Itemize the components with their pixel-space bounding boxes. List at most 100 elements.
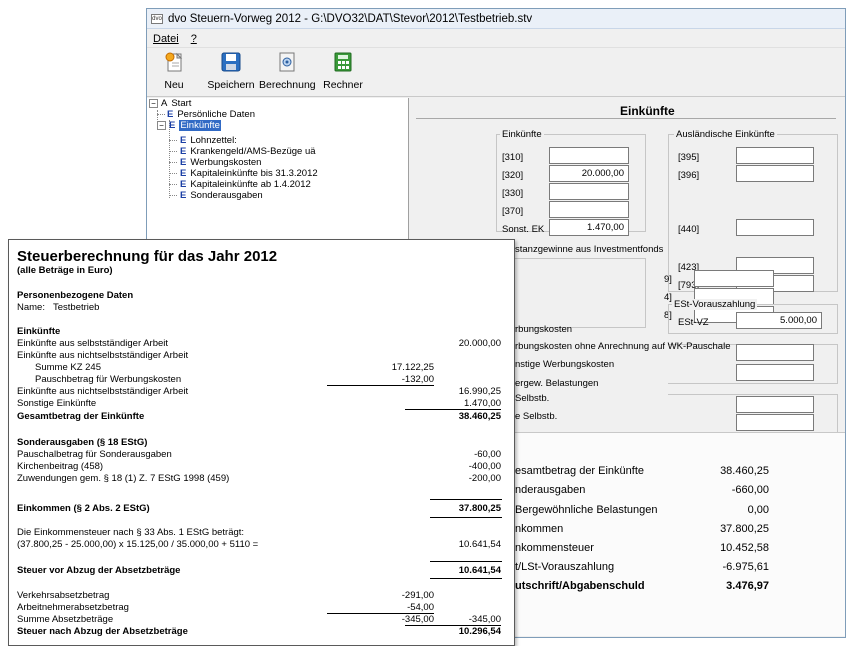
title-bar: dvo dvo Steuern-Vorweg 2012 - G:\DVO32\D…: [147, 9, 845, 29]
navigation-tree: − A Start E Persönliche Daten − E Einkün…: [147, 98, 409, 258]
summary-value: 37.800,25: [720, 523, 769, 535]
other-income-input[interactable]: 1.470,00: [549, 219, 629, 236]
wk-flat-label: Pauschbetrag für Werbungskosten: [35, 374, 182, 385]
field-label: [320]: [502, 170, 524, 181]
collapse-icon[interactable]: −: [149, 99, 158, 108]
foreign-440-input[interactable]: [736, 219, 814, 236]
donations-label: Zuwendungen gem. § 18 (1) Z. 7 EStG 1998…: [17, 473, 230, 484]
menu-help[interactable]: ?: [191, 33, 197, 45]
field-label: Sonst. EK: [502, 224, 545, 235]
foreign-396-input[interactable]: [736, 165, 814, 182]
field-label: ESt-VZ: [678, 317, 709, 328]
formula-text: Die Einkommensteuer nach § 33 Abs. 1 ESt…: [17, 527, 245, 538]
burden-input-1[interactable]: [736, 396, 814, 413]
summary-value: -660,00: [731, 484, 769, 496]
tree-item-income[interactable]: − E Einkünfte: [157, 120, 221, 131]
field-label: [370]: [502, 206, 524, 217]
work-expenses-row-2: nstige Werbungskosten: [515, 359, 615, 370]
calculation-label: Berechnung: [259, 79, 316, 91]
doc-title: Steuerberechnung für das Jahr 2012: [17, 248, 278, 265]
calculator-button[interactable]: Rechner: [319, 51, 367, 91]
collapse-icon[interactable]: −: [157, 121, 166, 130]
entry-marker: E: [180, 168, 187, 179]
section-taxable: Einkommen (§ 2 Abs. 2 EStG): [17, 503, 150, 514]
tree-label: Kapitaleinkünfte bis 31.3.2012: [190, 168, 318, 179]
tree-item-start[interactable]: − A Start: [149, 98, 191, 109]
tree-item-capital-after[interactable]: E Kapitaleinkünfte ab 1.4.2012: [180, 179, 311, 190]
other-income-label: Sonstige Einkünfte: [17, 398, 97, 409]
field-label: [395]: [678, 152, 700, 163]
tree-label: Werbungskosten: [190, 157, 262, 168]
special-flat-value: -60,00: [474, 449, 501, 460]
prepayment-input[interactable]: 5.000,00: [736, 312, 822, 329]
summary-label: Bergewöhnliche Belastungen: [515, 504, 658, 516]
tree-item-payslip[interactable]: E Lohnzettel:: [180, 135, 237, 146]
summary-label: esamtbetrag der Einkünfte: [515, 465, 645, 477]
new-document-icon: [165, 52, 183, 72]
fund-input-1[interactable]: [694, 270, 774, 287]
burdens-row-2: e Selbstb.: [515, 411, 558, 422]
work-expenses-title: rbungskosten: [515, 324, 573, 335]
app-icon: dvo: [151, 13, 163, 24]
tree-item-personal[interactable]: E Persönliche Daten: [167, 109, 255, 120]
entry-marker: E: [169, 120, 176, 131]
group-income-title: Einkünfte: [500, 129, 544, 140]
foreign-395-input[interactable]: [736, 147, 814, 164]
tree-label: Persönliche Daten: [177, 109, 255, 120]
employee-value: -54,00: [327, 602, 434, 614]
form-heading: Einkünfte: [620, 104, 675, 118]
tax-after-value: 10.296,54: [458, 626, 501, 637]
name-value: Testbetrieb: [53, 302, 100, 313]
summary-panel: esamtbetrag der Einkünfte 38.460,25 nder…: [515, 432, 845, 636]
employee-label: Arbeitnehmerabsetzbetrag: [17, 602, 129, 613]
new-button[interactable]: Neu: [157, 51, 191, 91]
burden-input-2[interactable]: [736, 414, 814, 431]
summary-value: 10.452,58: [720, 542, 769, 554]
kz245-value: 17.122,25: [391, 362, 434, 373]
tree-label: Kapitaleinkünfte ab 1.4.2012: [190, 179, 311, 190]
tree-label: Lohnzettel:: [190, 135, 237, 146]
divider: [430, 517, 502, 518]
save-label: Speichern: [207, 79, 255, 91]
tree-item-special-expenses[interactable]: E Sonderausgaben: [180, 190, 263, 201]
burdens-title: ergew. Belastungen: [515, 378, 599, 389]
tree-item-sick-pay[interactable]: E Krankengeld/AMS-Bezüge uä: [180, 146, 316, 157]
kz245-label: Summe KZ 245: [35, 362, 101, 373]
divider: [430, 578, 502, 579]
floppy-disk-icon: [221, 52, 241, 72]
entry-marker: E: [180, 179, 187, 190]
tree-label: Krankengeld/AMS-Bezüge uä: [190, 146, 316, 157]
income-330-input[interactable]: [549, 183, 629, 200]
employed-label: Einkünfte aus nichtselbstständiger Arbei…: [17, 350, 189, 361]
formula-value: 10.641,54: [458, 539, 501, 550]
donations-value: -200,00: [468, 473, 501, 484]
special-flat-label: Pauschalbetrag für Sonderausgaben: [17, 449, 172, 460]
tree-item-capital-before[interactable]: E Kapitaleinkünfte bis 31.3.2012: [180, 168, 318, 179]
church-label: Kirchenbeitrag (458): [17, 461, 104, 472]
tree-label: Sonderausgaben: [190, 190, 263, 201]
work-expenses-input-1[interactable]: [736, 344, 814, 361]
income-370-input[interactable]: [549, 201, 629, 218]
tree-item-work-expenses[interactable]: E Werbungskosten: [180, 157, 261, 168]
menu-bar: Datei ?: [147, 30, 845, 48]
tree-label: Einkünfte: [179, 120, 221, 131]
total-income-label: Gesamtbetrag der Einkünfte: [17, 411, 145, 422]
save-button[interactable]: Speichern: [203, 51, 259, 91]
calculation-button[interactable]: Berechnung: [259, 51, 316, 91]
summary-value: -6.975,61: [722, 561, 769, 573]
field-label: 4]: [664, 292, 672, 303]
field-label: [440]: [678, 224, 700, 235]
section-special: Sonderausgaben (§ 18 EStG): [17, 437, 148, 448]
entry-marker: E: [180, 157, 187, 168]
tax-before-value: 10.641,54: [458, 565, 501, 576]
employed-total-value: 16.990,25: [458, 386, 501, 397]
menu-file[interactable]: Datei: [153, 33, 179, 45]
summary-value: 3.476,97: [726, 580, 769, 592]
tax-after-label: Steuer nach Abzug der Absetzbeträge: [17, 626, 188, 637]
entry-marker: E: [180, 146, 187, 157]
toolbar: Neu Speichern Berechnung Rechner: [147, 49, 845, 97]
work-expenses-input-2[interactable]: [736, 364, 814, 381]
income-320-input[interactable]: 20.000,00: [549, 165, 629, 182]
divider: [430, 561, 502, 562]
income-310-input[interactable]: [549, 147, 629, 164]
